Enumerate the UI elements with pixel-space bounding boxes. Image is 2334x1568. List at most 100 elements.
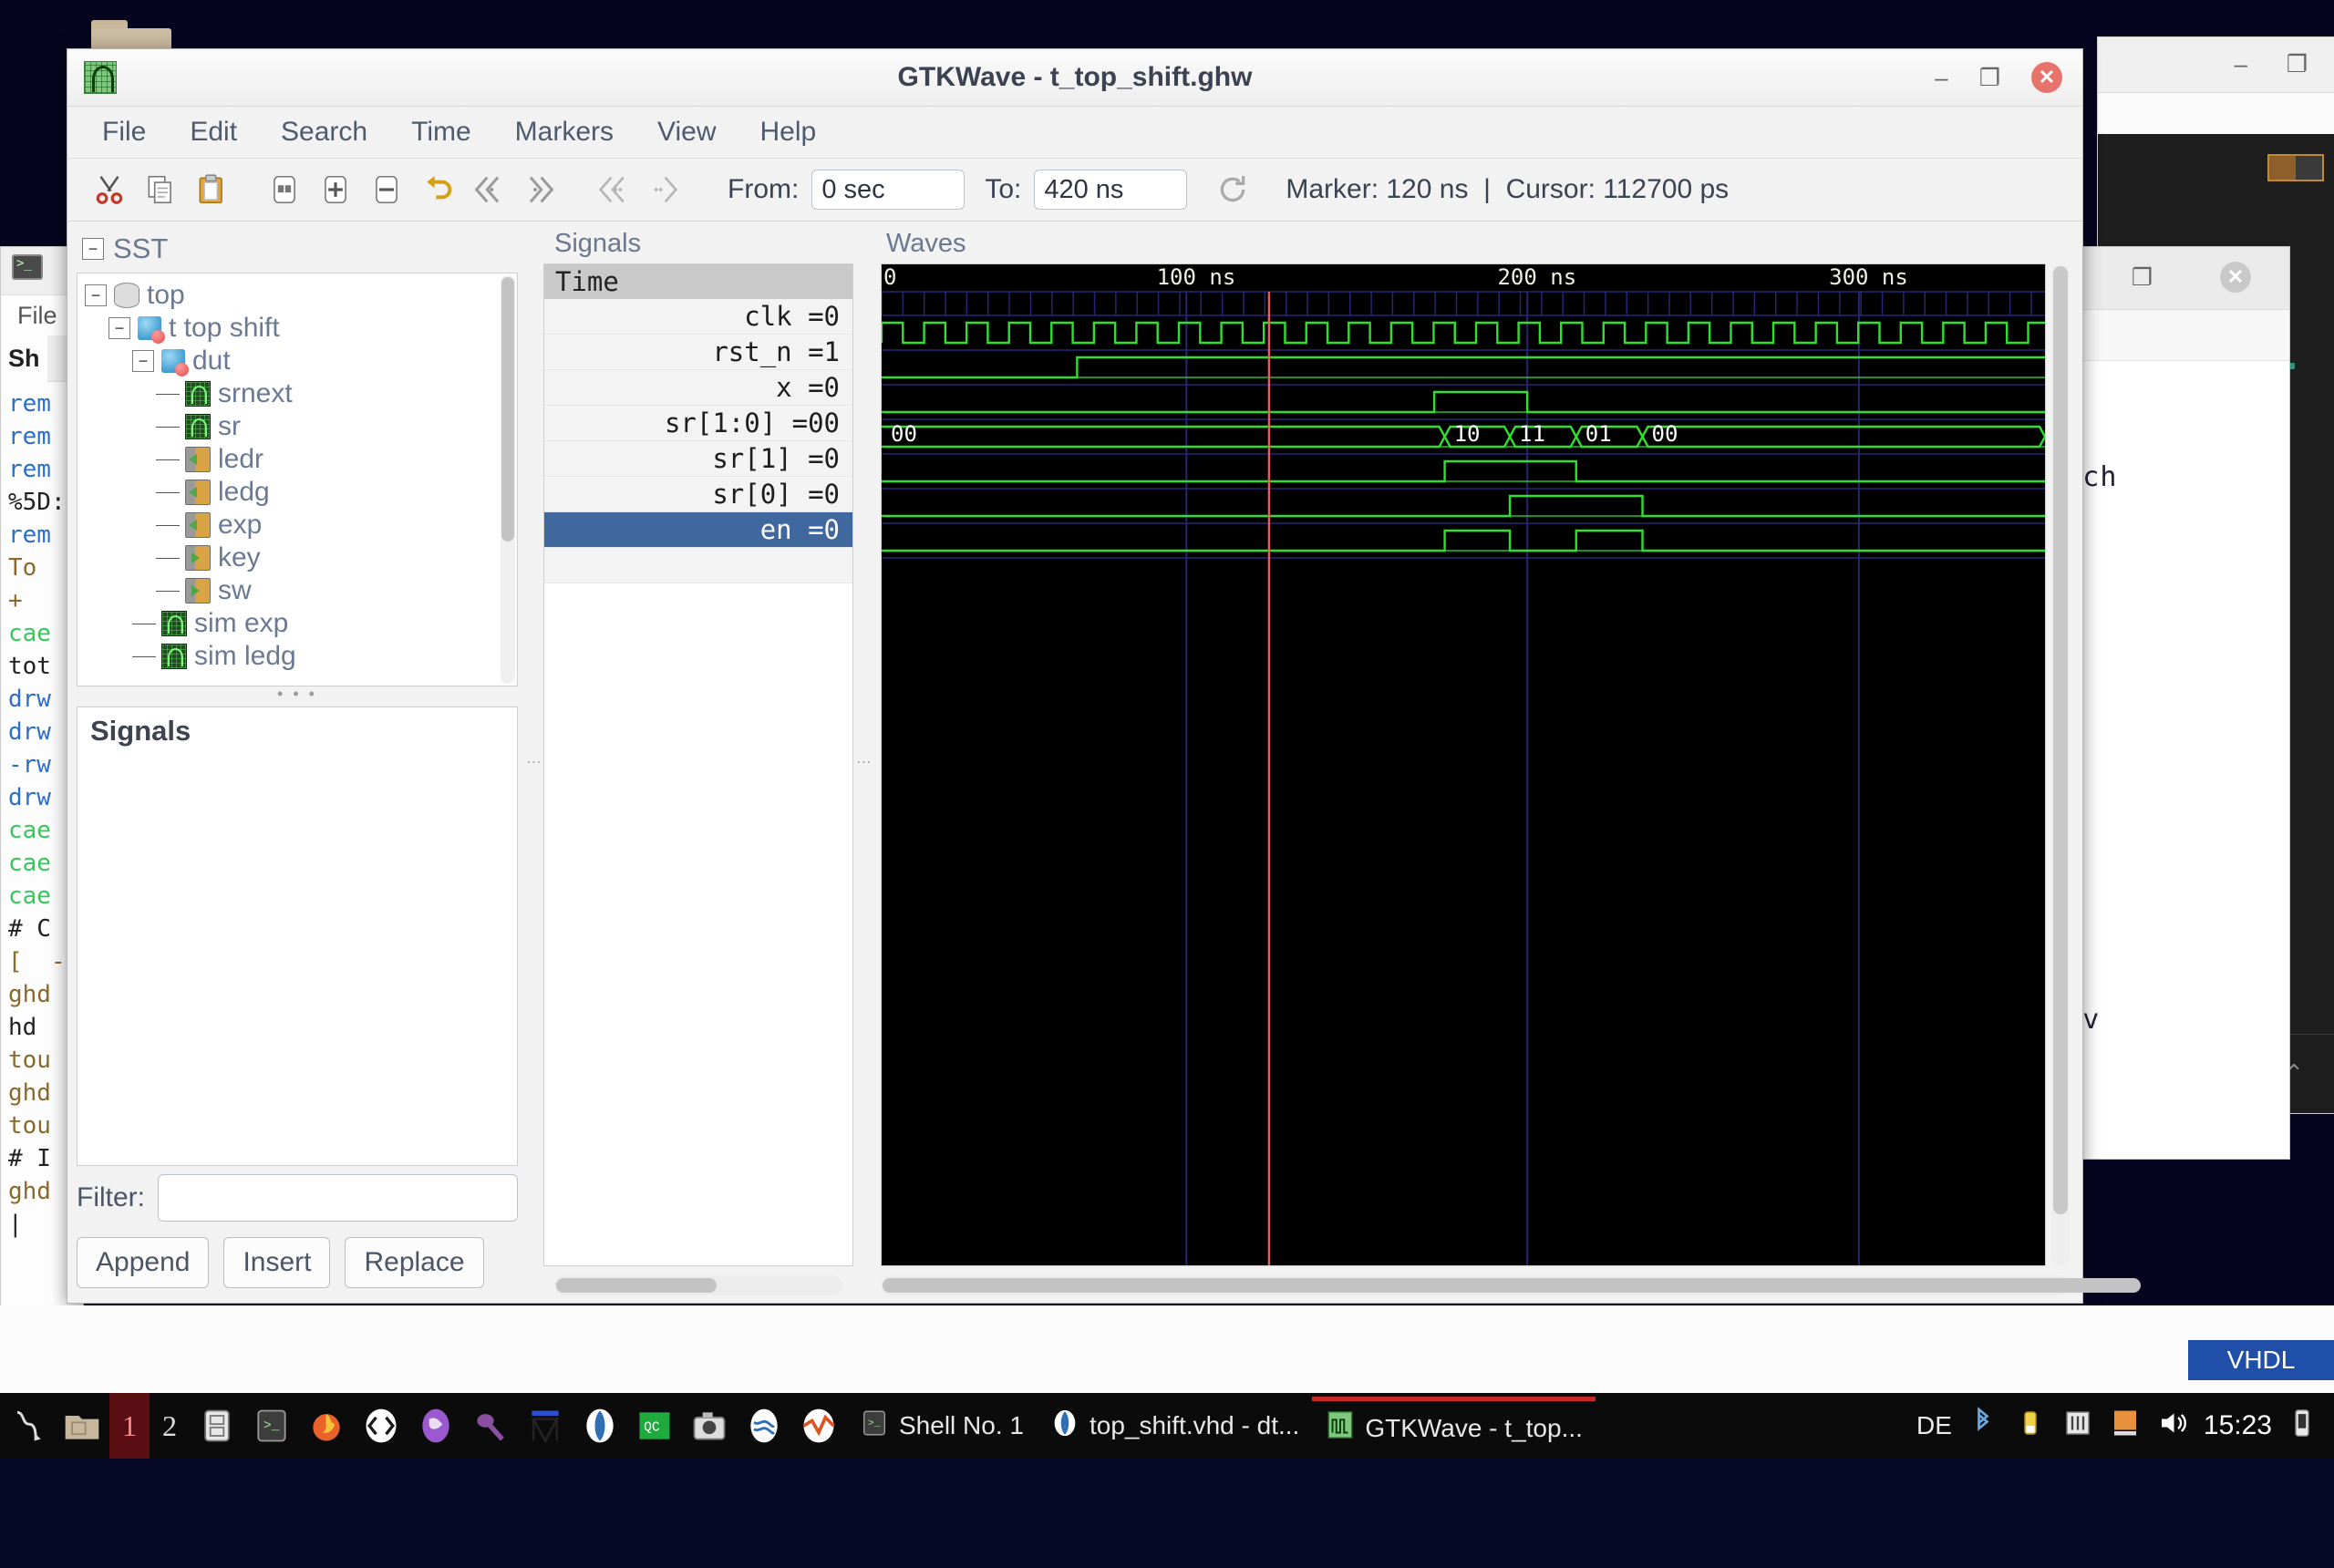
cut-icon[interactable] (88, 168, 131, 211)
bg-editor-titlebar[interactable]: – ❐ (2098, 37, 2334, 93)
waves-vscrollbar-thumb[interactable] (2053, 266, 2068, 1214)
signal-row[interactable]: sr[0] =0 (544, 477, 852, 512)
signal-row[interactable]: sr[1:0] =00 (544, 406, 852, 441)
signal-row[interactable]: rst_n =1 (544, 335, 852, 370)
quartus-icon[interactable] (580, 1406, 620, 1446)
menu-file[interactable]: File (98, 113, 150, 151)
workspace-1[interactable]: 1 (109, 1393, 150, 1459)
terminal-icon[interactable]: >_ (252, 1406, 292, 1446)
qc-icon[interactable]: QC (635, 1406, 675, 1446)
vscode-icon[interactable] (361, 1406, 401, 1446)
task-shell[interactable]: >_ Shell No. 1 (846, 1398, 1037, 1453)
tree-expander-icon[interactable]: − (85, 284, 107, 306)
task-gtkwave[interactable]: GTKWave - t_top... (1312, 1396, 1596, 1456)
menu-help[interactable]: Help (757, 113, 821, 151)
menu-edit[interactable]: Edit (186, 113, 241, 151)
insert-button[interactable]: Insert (223, 1237, 331, 1288)
bg-term-tab[interactable]: Sh (1, 335, 47, 382)
goto-start-icon[interactable] (467, 168, 511, 211)
modelsim-icon[interactable] (525, 1406, 565, 1446)
matlab-icon[interactable] (799, 1406, 839, 1446)
minimize-icon[interactable]: – (2235, 50, 2247, 78)
display-icon[interactable] (2109, 1407, 2142, 1446)
signal-row[interactable]: x =0 (544, 370, 852, 406)
signal-list[interactable]: Time clk =0 rst_n =1 x =0 sr[1:0] =00 sr[1] … (543, 263, 853, 1266)
sst-tree-node[interactable]: ledr (85, 443, 517, 476)
sst-tree-node[interactable]: srnext (85, 377, 517, 410)
bluetooth-icon[interactable] (1967, 1406, 1999, 1446)
menu-markers[interactable]: Markers (511, 113, 617, 151)
zoom-out-icon[interactable] (365, 168, 408, 211)
sst-tree-node[interactable]: sw (85, 574, 517, 607)
menu-search[interactable]: Search (277, 113, 371, 151)
reload-icon[interactable] (1211, 168, 1255, 211)
split-panel-icon[interactable] (2267, 154, 2324, 181)
terminal-prompt-strip[interactable]: caeuser@CAE-Tools-OS:~/projects/dtlab/si… (0, 1305, 2334, 1453)
sst-tree-node[interactable]: sr (85, 410, 517, 443)
battery-icon[interactable] (2014, 1407, 2047, 1446)
gtkwave-titlebar[interactable]: GTKWave - t_top_shift.ghw – ❐ ✕ (67, 49, 2082, 107)
signal-list-header[interactable]: Time (544, 264, 852, 299)
right-sash[interactable]: ⋮ (853, 222, 873, 1303)
zoom-fit-icon[interactable] (263, 168, 306, 211)
signal-row[interactable]: sr[1] =0 (544, 441, 852, 477)
firefox-icon[interactable] (306, 1406, 346, 1446)
sst-tree-node[interactable]: sim exp (85, 607, 517, 640)
waves-hscrollbar[interactable] (881, 1275, 2141, 1295)
volume-icon[interactable] (2156, 1407, 2189, 1446)
sst-expander[interactable]: − (82, 238, 104, 260)
append-button[interactable]: Append (77, 1237, 210, 1288)
task-top-shift-vhd[interactable]: top_shift.vhd - dt... (1037, 1398, 1312, 1453)
file-manager-icon[interactable] (62, 1406, 102, 1446)
goto-end-icon[interactable] (518, 168, 562, 211)
waves-vscrollbar[interactable] (2051, 263, 2070, 1266)
settings-icon[interactable] (2061, 1407, 2094, 1446)
zoom-in-icon[interactable] (314, 168, 357, 211)
maximize-icon[interactable]: ❐ (2132, 263, 2153, 292)
next-edge-icon[interactable] (642, 168, 686, 211)
archive-icon[interactable] (197, 1406, 237, 1446)
maximize-button[interactable]: ❐ (1979, 64, 2000, 92)
gtkwave-window[interactable]: GTKWave - t_top_shift.ghw – ❐ ✕ File Edi… (67, 48, 2141, 1304)
replace-button[interactable]: Replace (345, 1237, 484, 1288)
waves-hscrollbar-thumb[interactable] (883, 1278, 2141, 1293)
filter-input[interactable] (158, 1174, 518, 1222)
menu-view[interactable]: View (654, 113, 719, 151)
sst-tree-node[interactable]: key (85, 542, 517, 574)
sst-tree-node[interactable]: − dut (85, 345, 517, 377)
paste-icon[interactable] (190, 168, 233, 211)
waveform-canvas[interactable]: 0 100 ns 200 ns 300 ns 00 10 11 01 00 (881, 263, 2046, 1266)
from-input[interactable]: 0 sec (811, 170, 966, 210)
sst-tree-node[interactable]: ledg (85, 476, 517, 509)
minimize-button[interactable]: – (1935, 64, 1947, 92)
clock[interactable]: 15:23 (2204, 1410, 2272, 1441)
sst-tree[interactable]: − top − t top shift − dut srnext sr ledr ledg exp k… (77, 273, 518, 686)
camera-icon[interactable] (689, 1406, 729, 1446)
sst-tree-node[interactable]: exp (85, 509, 517, 542)
octave-icon[interactable] (470, 1406, 511, 1446)
water-icon[interactable] (744, 1406, 784, 1446)
tree-expander-icon[interactable]: − (132, 350, 154, 372)
keyboard-layout[interactable]: DE (1916, 1411, 1952, 1440)
sst-scrollbar-thumb[interactable] (501, 277, 514, 542)
signals-picker-box[interactable]: Signals (77, 707, 518, 1166)
workspace-2[interactable]: 2 (150, 1393, 190, 1459)
power-icon[interactable] (2287, 1408, 2318, 1445)
sst-sash[interactable]: • • • (77, 685, 518, 703)
signal-row[interactable]: en =0 (544, 512, 852, 548)
sst-tree-node[interactable]: − t top shift (85, 312, 517, 345)
left-sash[interactable]: ⋮ (523, 222, 543, 1303)
signal-list-hscrollbar[interactable] (554, 1275, 842, 1295)
signal-list-hscrollbar-thumb[interactable] (556, 1278, 717, 1293)
maximize-icon[interactable]: ❐ (2287, 50, 2308, 78)
to-input[interactable]: 420 ns (1034, 170, 1188, 210)
zoom-undo-icon[interactable] (416, 168, 460, 211)
gimp-icon[interactable] (416, 1406, 456, 1446)
show-desktop-icon[interactable] (7, 1406, 47, 1446)
prev-edge-icon[interactable] (591, 168, 635, 211)
sst-tree-node[interactable]: sim ledg (85, 640, 517, 673)
close-button[interactable]: ✕ (2031, 62, 2062, 93)
sst-scrollbar[interactable] (501, 275, 515, 684)
signal-row[interactable]: clk =0 (544, 299, 852, 335)
sst-tree-node[interactable]: − top (85, 279, 517, 312)
